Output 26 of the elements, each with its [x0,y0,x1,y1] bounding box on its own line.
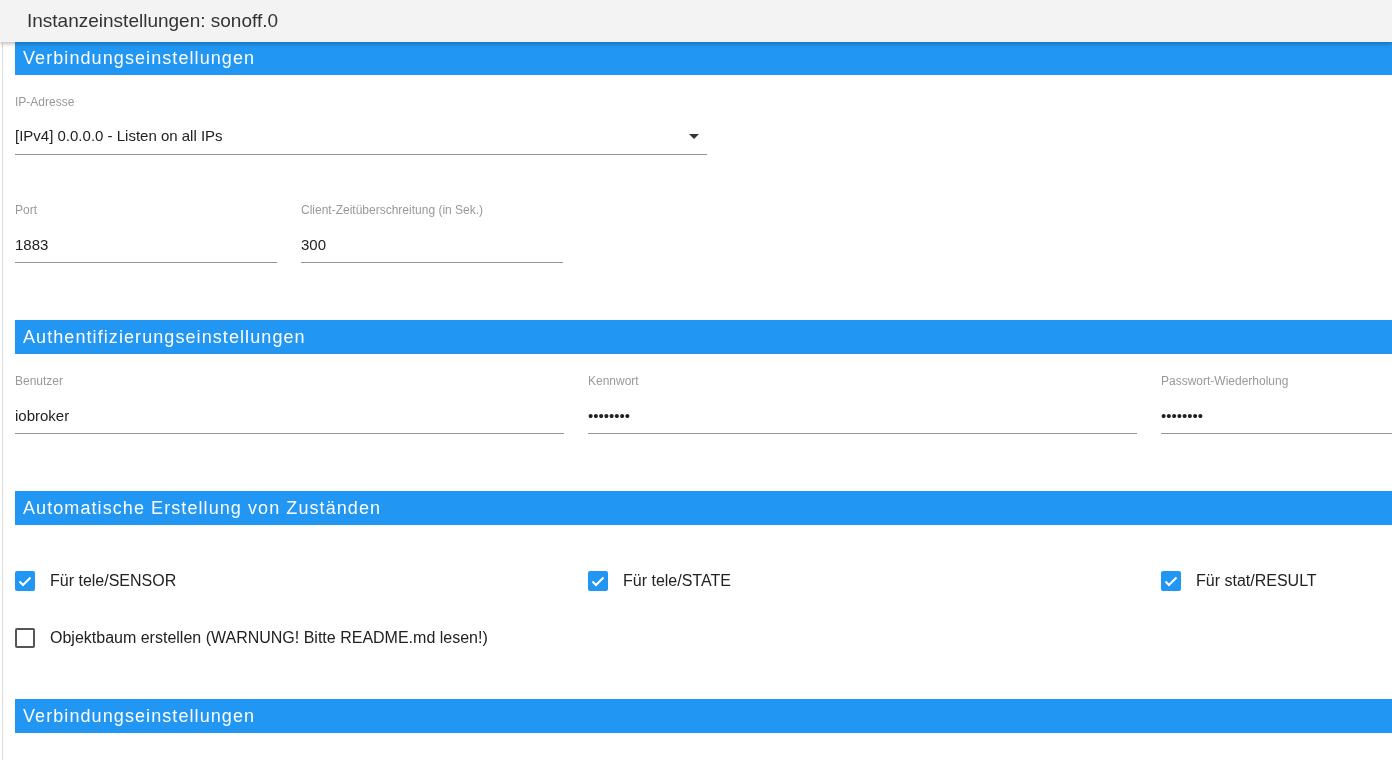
checkbox[interactable] [15,628,35,648]
checkbox[interactable] [1161,571,1181,591]
section-header: Verbindungseinstellungen [15,41,1392,75]
section-header: Automatische Erstellung von Zuständen [15,491,1392,525]
text-field[interactable]: 1883 [15,227,277,263]
text-field[interactable]: 300 [301,227,563,263]
field-label: Passwort-Wiederholung [1161,374,1290,388]
select-field[interactable]: [IPv4] 0.0.0.0 - Listen on all IPs [15,119,707,155]
section-header: Verbindungseinstellungen [15,699,1392,733]
field-label: Benutzer [15,374,65,388]
field-label: IP-Adresse [15,95,76,109]
field-label: Port [15,203,38,217]
caret-icon [689,134,699,139]
text-field[interactable]: iobroker [15,398,564,434]
checkbox-label[interactable]: Für tele/SENSOR [50,569,177,593]
section-header: Authentifizierungseinstellungen [15,320,1392,354]
checkbox-label[interactable]: Für tele/STATE [623,569,731,593]
field-label: Client-Zeitüberschreitung (in Sek.) [301,203,485,217]
text-field[interactable]: •••••••• [1161,398,1392,434]
window-title: Instanzeinstellungen: sonoff.0 [27,8,279,33]
checkbox[interactable] [588,571,608,591]
text-field[interactable]: •••••••• [588,398,1137,434]
checkbox-label[interactable]: Objektbaum erstellen (WARNUNG! Bitte README.md lesen!) [50,626,488,650]
checkbox[interactable] [15,571,35,591]
checkbox-label[interactable]: Für stat/RESULT [1196,569,1317,593]
field-label: Kennwort [588,374,640,388]
